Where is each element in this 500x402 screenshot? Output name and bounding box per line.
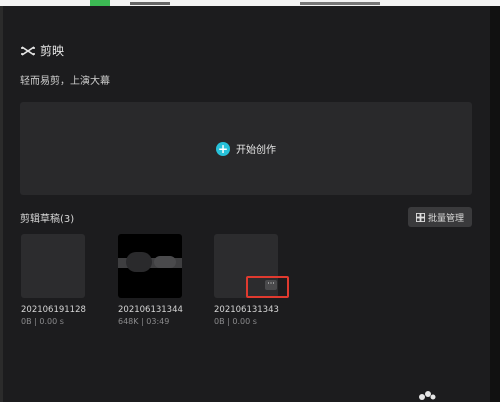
draft-name: 202106131344 (118, 305, 183, 315)
batch-icon (415, 212, 425, 222)
app-name: 剪映 (40, 44, 65, 58)
watermark-icon (419, 391, 436, 400)
top-strip-mark (300, 2, 380, 5)
brand: 剪映 (20, 42, 64, 59)
draft-card[interactable]: 202106191128 0B | 0.00 s (21, 234, 101, 326)
draft-thumbnail[interactable] (21, 234, 85, 298)
thumbnail-image (154, 256, 176, 268)
start-create-button[interactable]: + 开始创作 (20, 102, 472, 195)
draft-meta: 648K | 03:49 (118, 317, 170, 326)
app-window (3, 6, 490, 402)
draft-name: 202106131343 (214, 305, 279, 315)
batch-manage-button[interactable]: 批量管理 (408, 207, 472, 227)
highlight-box (246, 276, 289, 298)
draft-card[interactable]: 202106131344 648K | 03:49 (118, 234, 198, 326)
start-create-label: 开始创作 (236, 145, 276, 156)
draft-meta: 0B | 0.00 s (21, 317, 64, 326)
top-strip-mark (130, 2, 170, 5)
draft-meta: 0B | 0.00 s (214, 317, 257, 326)
right-edge (490, 6, 500, 402)
drafts-section-title: 剪辑草稿(3) (20, 214, 75, 225)
batch-manage-label: 批量管理 (427, 213, 464, 224)
capcut-logo-icon (21, 45, 35, 56)
app-tagline: 轻而易剪，上演大幕 (20, 76, 110, 87)
thumbnail-image (126, 252, 152, 272)
draft-name: 202106191128 (21, 305, 86, 315)
draft-thumbnail[interactable] (118, 234, 182, 298)
plus-icon: + (216, 141, 230, 156)
